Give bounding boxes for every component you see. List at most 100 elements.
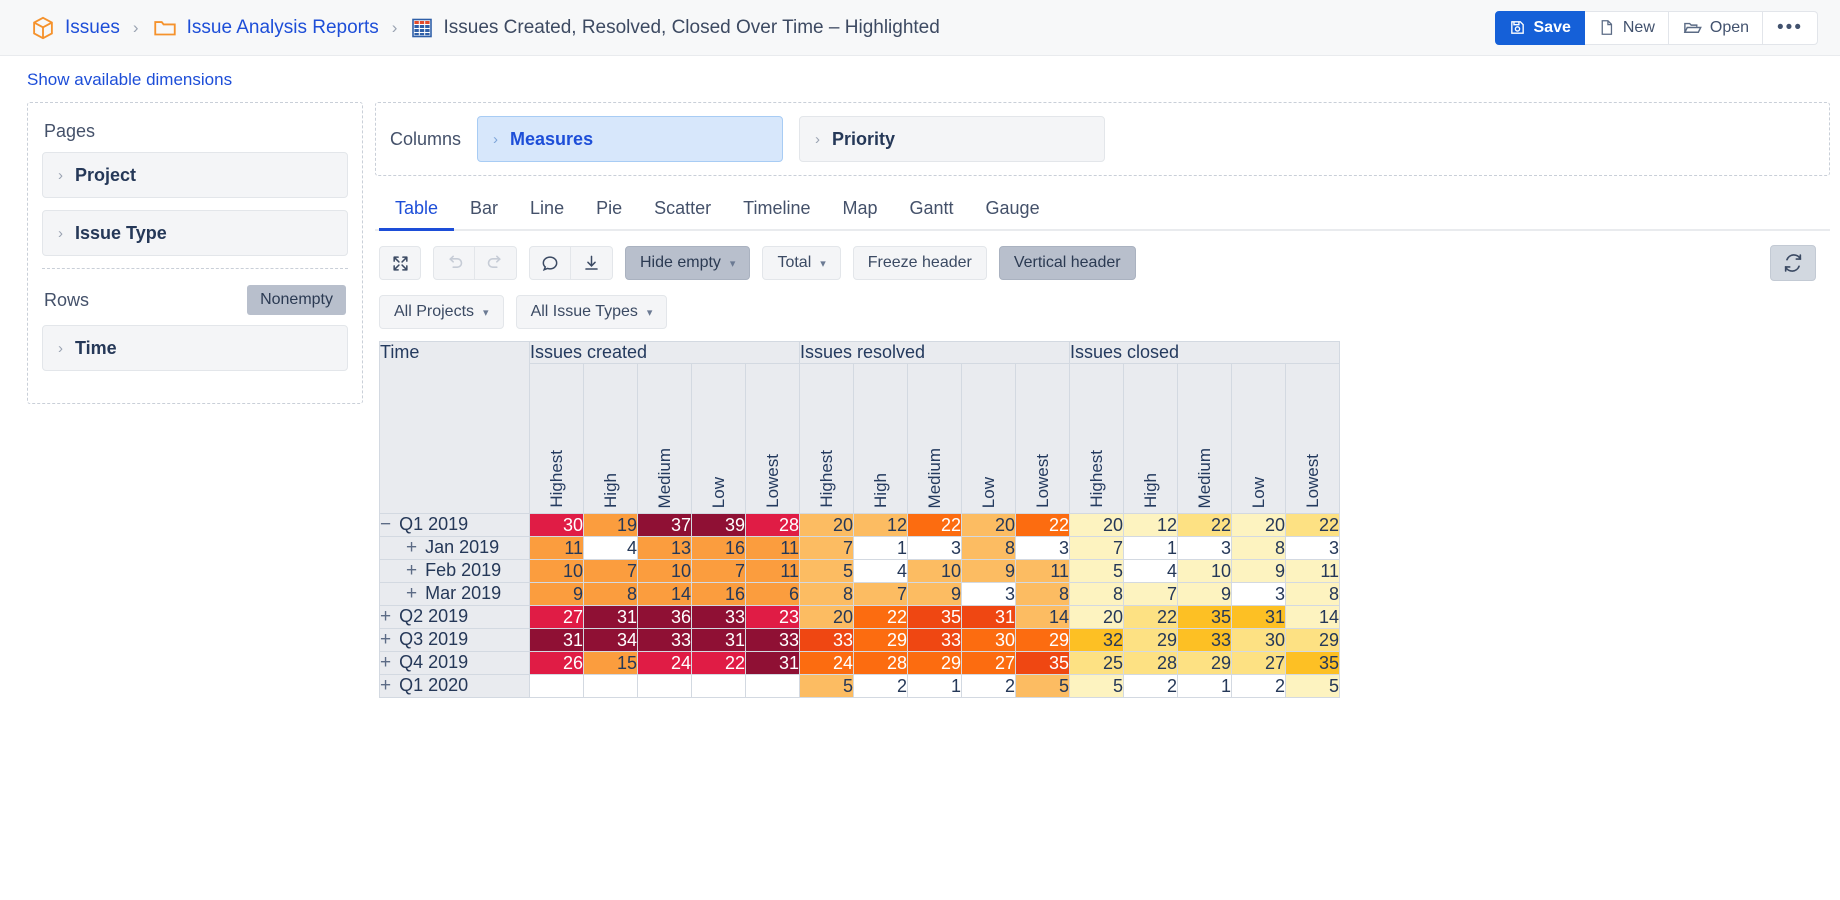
cell-value[interactable]: 22: [691, 651, 746, 675]
cell-value[interactable]: 35: [907, 605, 962, 629]
cell-value[interactable]: 29: [1285, 628, 1340, 652]
priority-header-low-1[interactable]: Low: [691, 363, 746, 514]
priority-header-high-2[interactable]: High: [853, 363, 908, 514]
row-header-q1-2020[interactable]: + Q1 2020: [379, 674, 530, 698]
cell-value[interactable]: 11: [745, 536, 800, 560]
cell-value[interactable]: 9: [529, 582, 584, 606]
cell-value[interactable]: 7: [799, 536, 854, 560]
cell-value[interactable]: 3: [1231, 582, 1286, 606]
cell-value[interactable]: 9: [961, 559, 1016, 583]
cell-value[interactable]: 2: [1123, 674, 1178, 698]
cell-value[interactable]: 24: [637, 651, 692, 675]
tab-timeline[interactable]: Timeline: [727, 190, 826, 231]
cell-value[interactable]: 29: [1015, 628, 1070, 652]
rows-chip-time[interactable]: › Time: [42, 325, 348, 371]
cell-value[interactable]: 8: [961, 536, 1016, 560]
cell-value[interactable]: 12: [853, 513, 908, 537]
expand-icon[interactable]: +: [406, 537, 417, 558]
cell-value[interactable]: 4: [583, 536, 638, 560]
tab-gantt[interactable]: Gantt: [894, 190, 970, 231]
freeze-header-button[interactable]: Freeze header: [852, 246, 987, 280]
columns-chip-priority[interactable]: › Priority: [799, 116, 1106, 162]
row-header-q1-2019[interactable]: − Q1 2019: [379, 513, 530, 537]
cell-value[interactable]: 12: [1123, 513, 1178, 537]
cell-value[interactable]: 35: [1285, 651, 1340, 675]
time-column-header[interactable]: Time: [379, 341, 530, 514]
cell-value[interactable]: 29: [1177, 651, 1232, 675]
tab-map[interactable]: Map: [826, 190, 893, 231]
cell-value[interactable]: 33: [637, 628, 692, 652]
cell-value[interactable]: 27: [1231, 651, 1286, 675]
cell-value[interactable]: 22: [1123, 605, 1178, 629]
open-button[interactable]: Open: [1668, 10, 1764, 45]
row-header-jan-2019[interactable]: + Jan 2019: [379, 536, 530, 560]
cell-value[interactable]: 31: [745, 651, 800, 675]
cell-value[interactable]: 25: [1069, 651, 1124, 675]
cell-value[interactable]: 20: [1069, 605, 1124, 629]
cell-value[interactable]: 31: [961, 605, 1016, 629]
download-button[interactable]: [571, 246, 613, 280]
cell-value[interactable]: 4: [853, 559, 908, 583]
cell-value[interactable]: 1: [853, 536, 908, 560]
priority-header-low-3[interactable]: Low: [1231, 363, 1286, 514]
cell-value[interactable]: 27: [529, 605, 584, 629]
row-header-mar-2019[interactable]: + Mar 2019: [379, 582, 530, 606]
cell-value[interactable]: [529, 674, 584, 698]
cell-value[interactable]: 33: [691, 605, 746, 629]
cell-value[interactable]: 1: [907, 674, 962, 698]
cell-value[interactable]: 8: [1015, 582, 1070, 606]
hide-empty-button[interactable]: Hide empty ▾: [625, 246, 751, 280]
cell-value[interactable]: 37: [637, 513, 692, 537]
cell-value[interactable]: 6: [745, 582, 800, 606]
cell-value[interactable]: [745, 674, 800, 698]
cell-value[interactable]: 2: [1231, 674, 1286, 698]
cell-value[interactable]: 3: [1285, 536, 1340, 560]
tab-scatter[interactable]: Scatter: [638, 190, 727, 231]
pages-chip-issue-type[interactable]: › Issue Type: [42, 210, 348, 256]
cell-value[interactable]: 33: [799, 628, 854, 652]
columns-chip-measures[interactable]: › Measures: [477, 116, 784, 162]
priority-header-medium-1[interactable]: Medium: [637, 363, 692, 514]
cell-value[interactable]: 5: [1069, 674, 1124, 698]
cell-value[interactable]: 33: [1177, 628, 1232, 652]
tab-gauge[interactable]: Gauge: [970, 190, 1056, 231]
priority-header-highest-2[interactable]: Highest: [799, 363, 854, 514]
priority-header-medium-3[interactable]: Medium: [1177, 363, 1232, 514]
collapse-icon[interactable]: −: [380, 514, 391, 535]
expand-icon[interactable]: +: [406, 560, 417, 581]
cell-value[interactable]: 5: [799, 674, 854, 698]
cell-value[interactable]: 7: [691, 559, 746, 583]
cell-value[interactable]: 10: [907, 559, 962, 583]
cell-value[interactable]: 30: [529, 513, 584, 537]
cell-value[interactable]: 28: [745, 513, 800, 537]
cell-value[interactable]: 22: [1177, 513, 1232, 537]
cell-value[interactable]: 20: [799, 605, 854, 629]
cell-value[interactable]: 3: [961, 582, 1016, 606]
cell-value[interactable]: 7: [1069, 536, 1124, 560]
cell-value[interactable]: 15: [583, 651, 638, 675]
priority-header-lowest-3[interactable]: Lowest: [1285, 363, 1340, 514]
cell-value[interactable]: 10: [1177, 559, 1232, 583]
cell-value[interactable]: 14: [1285, 605, 1340, 629]
priority-header-medium-2[interactable]: Medium: [907, 363, 962, 514]
cell-value[interactable]: 29: [907, 651, 962, 675]
cell-value[interactable]: 7: [583, 559, 638, 583]
cell-value[interactable]: 31: [691, 628, 746, 652]
cell-value[interactable]: 8: [583, 582, 638, 606]
pages-chip-project[interactable]: › Project: [42, 152, 348, 198]
cell-value[interactable]: 2: [961, 674, 1016, 698]
cell-value[interactable]: [583, 674, 638, 698]
measure-group-issues-closed[interactable]: Issues closed: [1069, 341, 1340, 364]
cell-value[interactable]: 26: [529, 651, 584, 675]
total-button[interactable]: Total ▾: [762, 246, 841, 280]
vertical-header-button[interactable]: Vertical header: [998, 246, 1136, 280]
priority-header-high-1[interactable]: High: [583, 363, 638, 514]
filter-all-projects[interactable]: All Projects ▾: [379, 295, 504, 329]
cell-value[interactable]: 24: [799, 651, 854, 675]
breadcrumb-item-reports[interactable]: Issue Analysis Reports: [152, 15, 379, 41]
cell-value[interactable]: 20: [1231, 513, 1286, 537]
row-header-q2-2019[interactable]: + Q2 2019: [379, 605, 530, 629]
cell-value[interactable]: 29: [1123, 628, 1178, 652]
cell-value[interactable]: 28: [853, 651, 908, 675]
cell-value[interactable]: 19: [583, 513, 638, 537]
